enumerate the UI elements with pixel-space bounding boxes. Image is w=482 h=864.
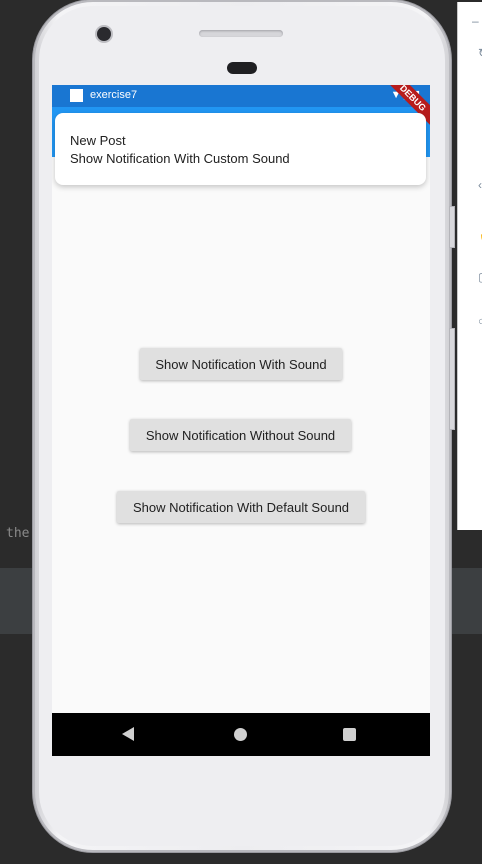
- status-bar: exercise7 ▼◢▮: [52, 85, 430, 107]
- device-screen: exercise7 ▼◢▮ DEBUG New Post Show Notifi…: [52, 85, 430, 756]
- ide-code-fragment: the: [6, 526, 30, 541]
- refresh-icon[interactable]: ↻: [478, 46, 482, 60]
- proximity-sensor: [227, 62, 257, 74]
- ide-side-panel: – ↻ ‹ ☝ ▢ ○: [457, 2, 482, 530]
- earpiece-speaker: [199, 30, 283, 37]
- app-notification-icon: [70, 89, 83, 102]
- volume-rocker[interactable]: [449, 328, 455, 430]
- search-icon[interactable]: ○: [478, 314, 482, 328]
- status-app-name: exercise7: [90, 89, 138, 101]
- recents-icon[interactable]: [343, 728, 356, 741]
- notification-title: New Post: [70, 133, 126, 148]
- show-notification-with-sound-button[interactable]: Show Notification With Sound: [140, 348, 342, 380]
- window-icon[interactable]: ▢: [478, 270, 482, 284]
- touch-icon[interactable]: ☝: [478, 228, 482, 242]
- show-notification-without-sound-button[interactable]: Show Notification Without Sound: [130, 419, 351, 451]
- heads-up-notification[interactable]: New Post Show Notification With Custom S…: [55, 113, 426, 185]
- front-camera: [97, 27, 111, 41]
- show-notification-default-sound-button[interactable]: Show Notification With Default Sound: [117, 491, 365, 523]
- minimize-icon[interactable]: –: [472, 14, 479, 28]
- navigation-bar: [52, 713, 430, 756]
- power-button[interactable]: [449, 206, 455, 248]
- notification-body: Show Notification With Custom Sound: [70, 151, 290, 166]
- home-icon[interactable]: [234, 728, 247, 741]
- arrow-left-icon[interactable]: ‹: [478, 178, 482, 192]
- back-icon[interactable]: [122, 727, 134, 741]
